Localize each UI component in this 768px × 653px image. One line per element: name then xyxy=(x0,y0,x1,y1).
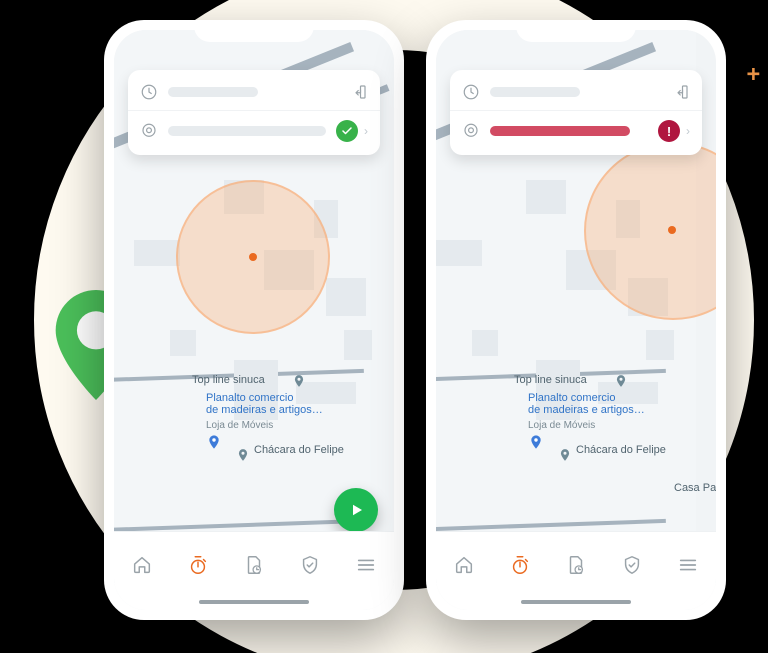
nav-timer[interactable] xyxy=(492,532,548,598)
nav-home[interactable] xyxy=(114,532,170,598)
status-error-badge: ! xyxy=(658,120,680,142)
map-pin-icon xyxy=(236,446,250,464)
card-row-location[interactable]: › xyxy=(128,110,380,151)
menu-icon xyxy=(677,554,699,576)
poi-label: Top line sinuca xyxy=(514,374,587,386)
nav-menu[interactable] xyxy=(660,532,716,598)
map-pin-icon xyxy=(528,432,544,455)
shield-check-icon xyxy=(299,554,321,576)
chevron-right-icon: › xyxy=(686,124,690,138)
card-row-time[interactable] xyxy=(128,74,380,110)
poi-sublabel: Loja de Móveis xyxy=(206,420,273,432)
nav-shield[interactable] xyxy=(604,532,660,598)
placeholder-bar xyxy=(168,126,326,136)
plus-decal: + xyxy=(747,64,760,86)
nav-menu[interactable] xyxy=(338,532,394,598)
geofence-circle xyxy=(584,142,716,320)
bottom-nav xyxy=(436,532,716,610)
play-icon xyxy=(347,501,365,519)
enter-icon[interactable] xyxy=(350,83,368,101)
stopwatch-icon xyxy=(509,554,531,576)
user-location-dot xyxy=(668,226,676,234)
placeholder-bar xyxy=(168,87,258,97)
nav-shield[interactable] xyxy=(282,532,338,598)
pin-icon xyxy=(140,122,158,140)
enter-icon[interactable] xyxy=(672,83,690,101)
document-clock-icon xyxy=(243,554,265,576)
clock-icon xyxy=(140,83,158,101)
home-indicator xyxy=(199,600,309,604)
map-pin-icon xyxy=(292,372,306,390)
poi-sublabel: Loja de Móveis xyxy=(528,420,595,432)
status-card: › xyxy=(128,70,380,155)
document-clock-icon xyxy=(565,554,587,576)
clock-icon xyxy=(462,83,480,101)
bottom-nav xyxy=(114,532,394,610)
home-icon xyxy=(453,554,475,576)
home-indicator xyxy=(521,600,631,604)
phone-ok-state: Top line sinuca Planalto comerciode made… xyxy=(104,20,404,620)
status-card: ! › xyxy=(450,70,702,155)
poi-label: Chácara do Felipe xyxy=(576,444,666,456)
placeholder-bar xyxy=(490,87,580,97)
pin-icon xyxy=(462,122,480,140)
placeholder-bar-error xyxy=(490,126,630,136)
poi-label: Planalto comerciode madeiras e artigos… xyxy=(528,392,645,416)
poi-label: Casa Pa xyxy=(674,482,716,494)
stopwatch-icon xyxy=(187,554,209,576)
user-location-dot xyxy=(249,253,257,261)
nav-home[interactable] xyxy=(436,532,492,598)
status-ok-badge xyxy=(336,120,358,142)
menu-icon xyxy=(355,554,377,576)
phone-error-state: Top line sinuca Planalto comerciode made… xyxy=(426,20,726,620)
map-pin-icon xyxy=(558,446,572,464)
card-row-time[interactable] xyxy=(450,74,702,110)
shield-check-icon xyxy=(621,554,643,576)
start-button[interactable] xyxy=(334,488,378,532)
phone-notch xyxy=(516,20,636,42)
nav-doc[interactable] xyxy=(548,532,604,598)
card-row-location[interactable]: ! › xyxy=(450,110,702,151)
map-pin-icon xyxy=(614,372,628,390)
nav-timer[interactable] xyxy=(170,532,226,598)
alert-icon: ! xyxy=(667,124,671,139)
chevron-right-icon: › xyxy=(364,124,368,138)
phone-notch xyxy=(194,20,314,42)
poi-label: Chácara do Felipe xyxy=(254,444,344,456)
map-pin-icon xyxy=(206,432,222,455)
poi-label: Planalto comerciode madeiras e artigos… xyxy=(206,392,323,416)
home-icon xyxy=(131,554,153,576)
poi-label: Top line sinuca xyxy=(192,374,265,386)
nav-doc[interactable] xyxy=(226,532,282,598)
